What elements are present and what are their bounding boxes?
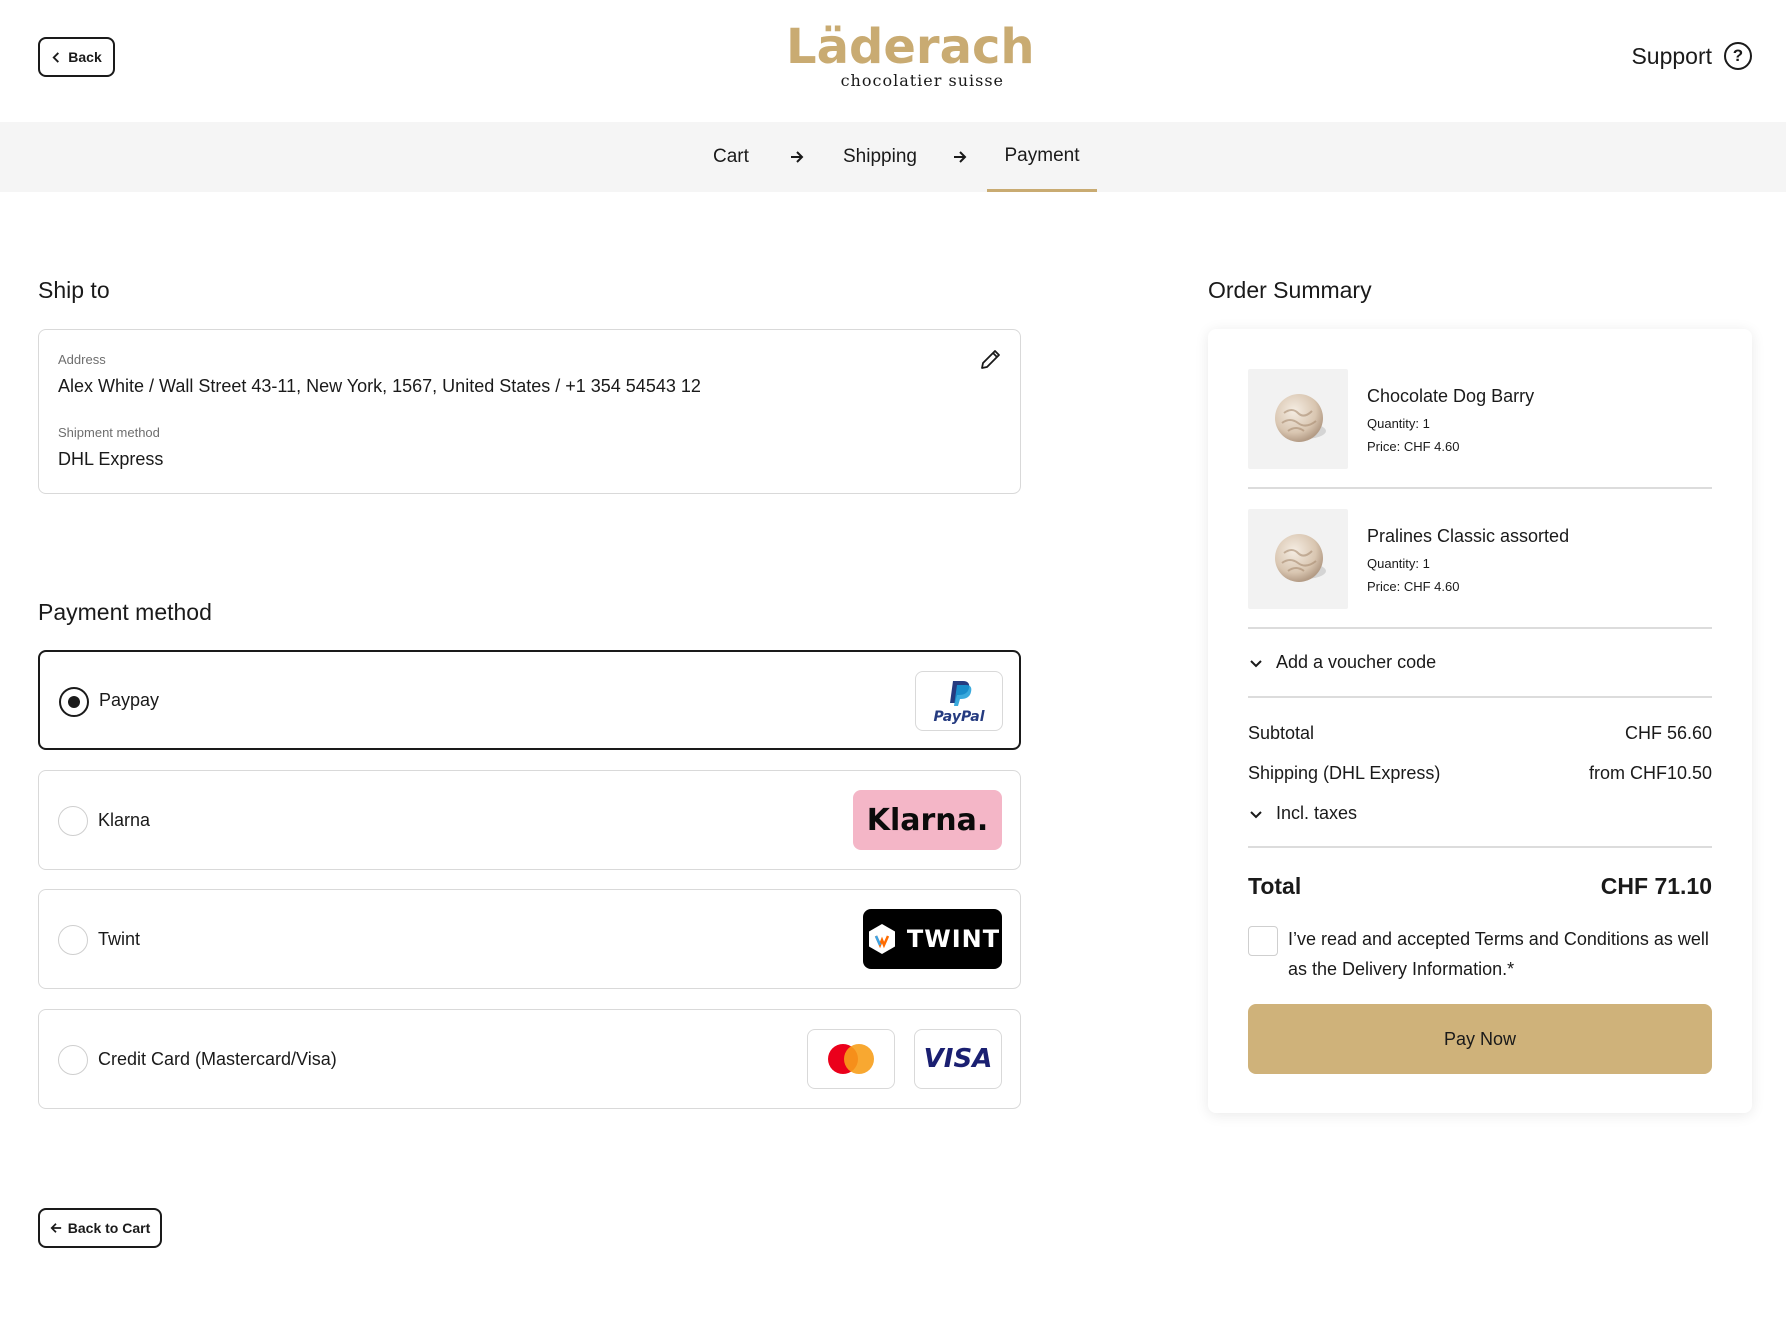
list-item: Chocolate Dog Barry Quantity: 1 Price: C… <box>1248 369 1712 469</box>
divider <box>1248 487 1712 489</box>
klarna-logo: Klarna. <box>853 790 1002 850</box>
page-header: Back Läderach chocolatier suisse Support… <box>0 0 1786 122</box>
payment-option-credit-card[interactable]: Credit Card (Mastercard/Visa) VISA <box>38 1009 1021 1109</box>
divider <box>1248 627 1712 629</box>
back-to-cart-label: Back to Cart <box>67 1220 151 1236</box>
back-button[interactable]: Back <box>38 37 115 77</box>
paypal-logo-text: PayPal <box>933 709 984 725</box>
subtotal-label: Subtotal <box>1248 723 1315 743</box>
twint-logo: TWINT <box>863 909 1002 969</box>
shipping-label: Shipping (DHL Express) <box>1248 763 1441 783</box>
total-label: Total <box>1248 873 1302 899</box>
item-quantity: Quantity: 1 <box>1367 416 1430 431</box>
item-price: Price: CHF 4.60 <box>1367 579 1460 594</box>
arrow-left-icon <box>50 1223 61 1233</box>
list-item: Pralines Classic assorted Quantity: 1 Pr… <box>1248 509 1712 609</box>
klarna-logo-text: Klarna. <box>866 802 989 838</box>
divider <box>1248 846 1712 848</box>
total-row: Total CHF 71.10 <box>1248 873 1712 900</box>
mastercard-logo <box>807 1029 895 1089</box>
total-value: CHF 71.10 <box>1600 873 1712 899</box>
ship-to-title: Ship to <box>38 277 110 303</box>
payment-option-label: Twint <box>98 928 141 949</box>
step-shipping[interactable]: Shipping <box>843 122 917 192</box>
paypal-logo: PayPal <box>915 671 1003 731</box>
chevron-down-icon <box>1250 659 1262 667</box>
address-value: Alex White / Wall Street 43-11, New York… <box>58 376 701 396</box>
payment-method-title: Payment method <box>38 599 212 625</box>
support-link[interactable]: Support ? <box>1631 42 1752 70</box>
chevron-down-icon <box>1250 810 1262 818</box>
subtotal-row: Subtotal CHF 56.60 <box>1248 723 1712 744</box>
ship-to-card: Address Alex White / Wall Street 43-11, … <box>38 329 1021 494</box>
payment-option-label: Klarna <box>98 809 151 830</box>
arrow-right-icon <box>790 122 804 192</box>
item-price: Price: CHF 4.60 <box>1367 439 1460 454</box>
taxes-label: Incl. taxes <box>1276 803 1358 823</box>
checkout-steps: Cart Shipping Payment <box>0 122 1786 192</box>
back-to-cart-button[interactable]: Back to Cart <box>38 1208 162 1248</box>
item-name: Pralines Classic assorted <box>1367 526 1570 546</box>
chevron-left-icon <box>52 51 60 63</box>
item-quantity: Quantity: 1 <box>1367 556 1430 571</box>
payment-option-label: Credit Card (Mastercard/Visa) <box>98 1048 337 1069</box>
radio-twint[interactable] <box>58 925 88 955</box>
product-image[interactable] <box>1248 369 1348 469</box>
back-button-label: Back <box>68 49 102 65</box>
support-label: Support <box>1631 42 1712 69</box>
visa-logo-text: VISA <box>923 1044 993 1074</box>
step-cart[interactable]: Cart <box>713 122 749 192</box>
order-summary-card: Chocolate Dog Barry Quantity: 1 Price: C… <box>1208 329 1752 1113</box>
item-name: Chocolate Dog Barry <box>1367 386 1535 406</box>
subtotal-value: CHF 56.60 <box>1624 723 1712 743</box>
radio-paypal[interactable] <box>59 687 89 717</box>
product-image[interactable] <box>1248 509 1348 609</box>
divider <box>1248 696 1712 698</box>
step-payment[interactable]: Payment <box>987 122 1097 192</box>
pay-now-label: Pay Now <box>1443 1028 1517 1049</box>
terms-text: I’ve read and accepted Terms and Conditi… <box>1288 929 1709 979</box>
payment-option-paypal[interactable]: Paypay PayPal <box>38 650 1021 750</box>
payment-option-label: Paypay <box>99 689 160 710</box>
address-label: Address <box>58 352 106 367</box>
taxes-toggle[interactable]: Incl. taxes <box>1248 803 1357 824</box>
radio-credit-card[interactable] <box>58 1045 88 1075</box>
twint-logo-text: TWINT <box>906 925 1001 953</box>
order-summary-title: Order Summary <box>1208 277 1372 303</box>
brand-logo[interactable]: Läderach chocolatier suisse <box>786 19 1035 94</box>
pay-now-button[interactable]: Pay Now <box>1248 1004 1712 1074</box>
shipment-method-value: DHL Express <box>58 449 164 469</box>
radio-klarna[interactable] <box>58 806 88 836</box>
shipment-method-label: Shipment method <box>58 425 160 440</box>
payment-option-klarna[interactable]: Klarna Klarna. <box>38 770 1021 870</box>
voucher-toggle[interactable]: Add a voucher code <box>1248 652 1436 673</box>
pencil-icon[interactable] <box>980 348 1002 370</box>
payment-option-twint[interactable]: Twint TWINT <box>38 889 1021 989</box>
brand-name: Läderach <box>786 19 1035 75</box>
visa-logo: VISA <box>914 1029 1002 1089</box>
arrow-right-icon <box>953 122 967 192</box>
voucher-label: Add a voucher code <box>1276 652 1437 672</box>
shipping-row: Shipping (DHL Express) from CHF10.50 <box>1248 763 1712 784</box>
terms-checkbox[interactable] <box>1248 926 1278 956</box>
question-circle-icon: ? <box>1724 42 1752 70</box>
twint-mark-icon <box>868 924 895 954</box>
shipping-value: from CHF10.50 <box>1588 763 1712 783</box>
